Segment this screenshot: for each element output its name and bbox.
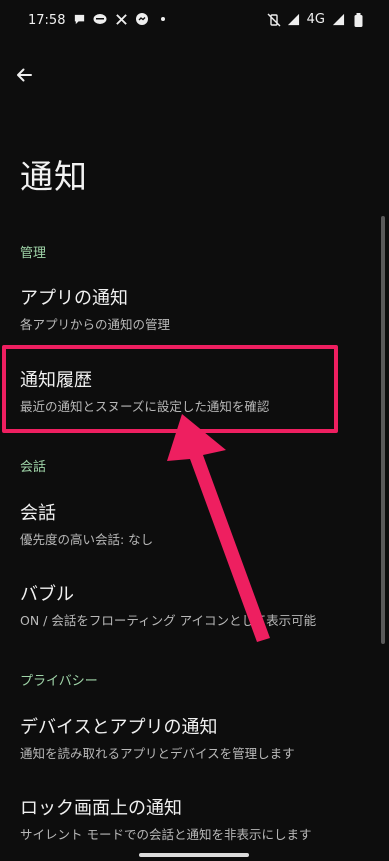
wifi-signal-icon	[287, 13, 301, 27]
x-app-icon	[114, 12, 128, 26]
app-notifications-item[interactable]: アプリの通知 各アプリからの通知の管理	[20, 287, 350, 333]
item-subtitle: 各アプリからの通知の管理	[20, 317, 171, 332]
section-header-conversation: 会話	[20, 460, 47, 475]
arrow-left-icon	[17, 68, 32, 82]
lock-screen-notifications-item[interactable]: ロック画面上の通知 サイレント モードでの会話と通知を非表示にします	[20, 797, 350, 843]
scrollbar[interactable]	[381, 216, 385, 644]
item-title: 会話	[20, 503, 56, 524]
cell-signal-icon	[331, 13, 345, 27]
network-type: 4G	[306, 12, 325, 27]
item-subtitle: ON / 会話をフローティング アイコンとして表示可能	[20, 613, 317, 628]
messenger-icon	[135, 12, 149, 26]
bubbles-item[interactable]: バブル ON / 会話をフローティング アイコンとして表示可能	[20, 583, 350, 629]
item-title: バブル	[20, 584, 74, 605]
more-notifications-dot-icon	[156, 12, 170, 26]
chat-bubble-icon	[72, 12, 86, 26]
device-app-notifications-item[interactable]: デバイスとアプリの通知 通知を読み取れるアプリとデバイスを管理します	[20, 716, 350, 762]
section-header-privacy: プライバシー	[20, 674, 98, 689]
battery-icon	[351, 12, 365, 27]
status-time: 17:58	[28, 13, 66, 28]
item-subtitle: 優先度の高い会話: なし	[20, 532, 154, 547]
back-button[interactable]	[10, 61, 38, 89]
conversations-item[interactable]: 会話 優先度の高い会話: なし	[20, 502, 350, 548]
item-title: ロック画面上の通知	[20, 798, 182, 819]
gesture-navigation-bar[interactable]	[139, 853, 249, 857]
page-title: 通知	[20, 157, 88, 196]
section-header-manage: 管理	[20, 246, 47, 261]
system-status-icons: 4G	[267, 12, 365, 27]
highlight-box	[2, 345, 338, 433]
vibrate-off-icon	[267, 13, 281, 27]
notification-icons	[72, 12, 170, 26]
item-subtitle: 通知を読み取れるアプリとデバイスを管理します	[20, 746, 295, 761]
item-title: アプリの通知	[20, 288, 128, 309]
item-subtitle: サイレント モードでの会話と通知を非表示にします	[20, 827, 312, 842]
line-app-icon	[93, 12, 107, 26]
item-title: デバイスとアプリの通知	[20, 717, 218, 738]
status-bar: 17:58 4G	[0, 0, 389, 44]
